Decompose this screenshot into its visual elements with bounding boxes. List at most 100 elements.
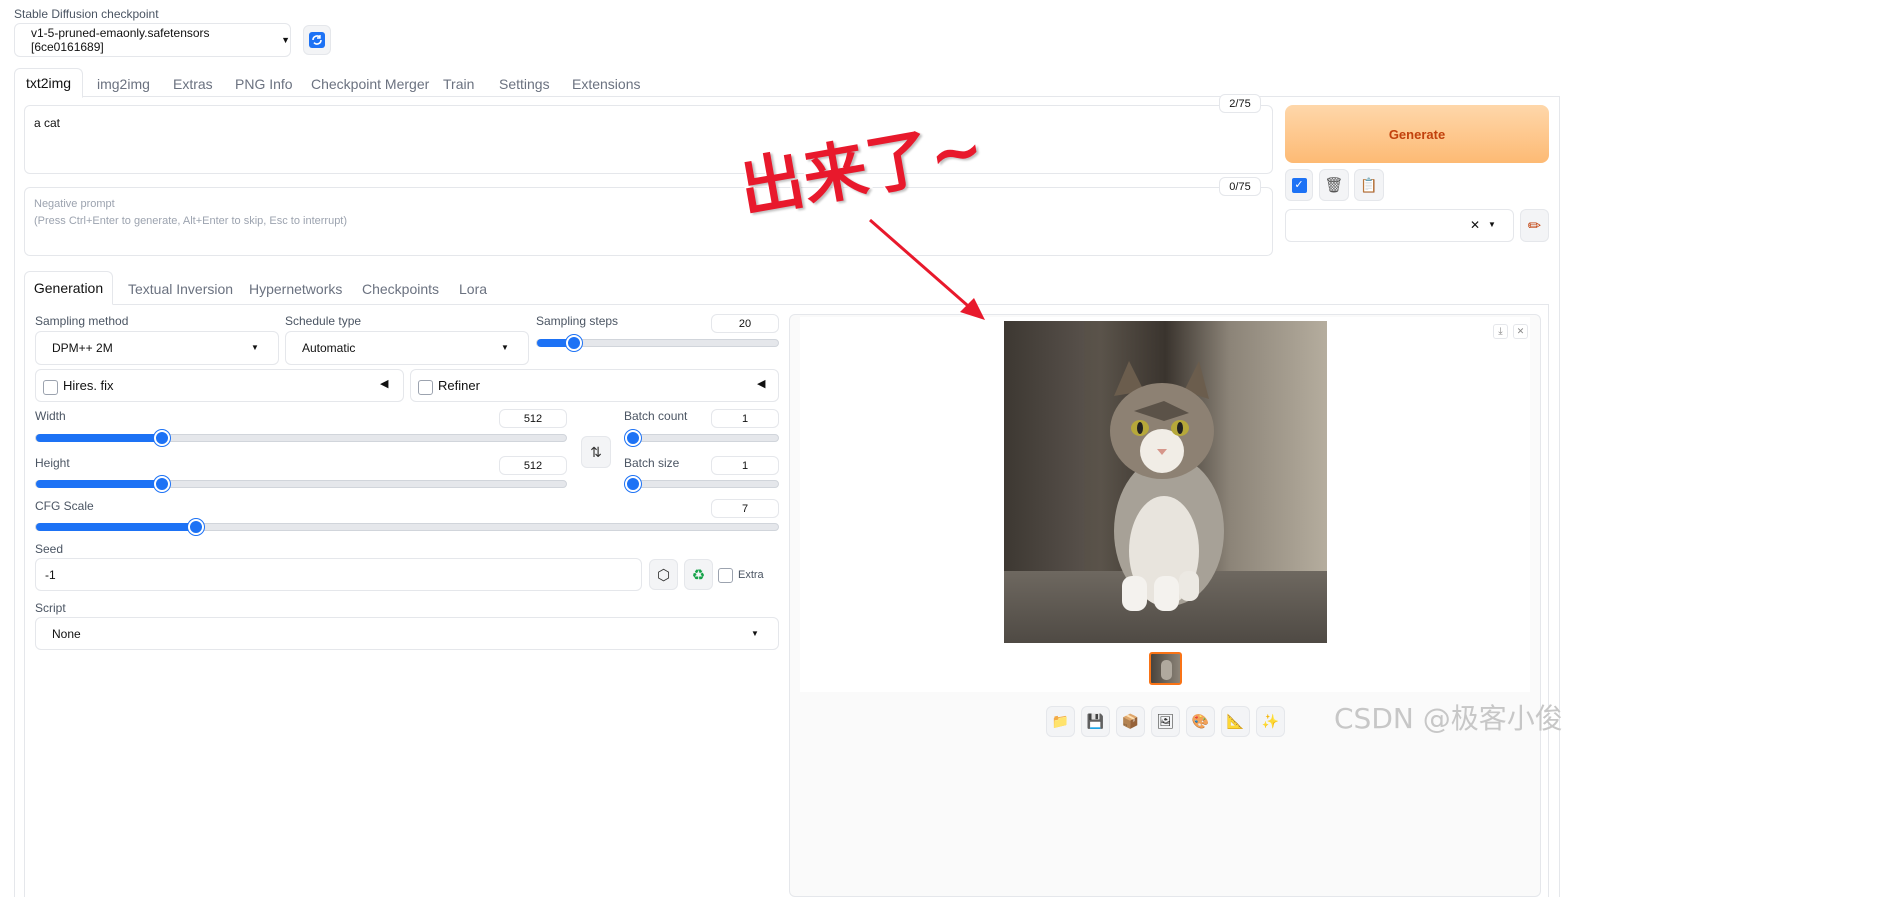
upscale-button[interactable]: ✨ bbox=[1256, 706, 1285, 737]
refresh-checkpoint-button[interactable] bbox=[303, 25, 331, 55]
height-label: Height bbox=[35, 456, 70, 470]
send-to-inpaint-button[interactable]: 🎨 bbox=[1186, 706, 1215, 737]
send-to-extras-button[interactable]: 📐 bbox=[1221, 706, 1250, 737]
thumbnail-cat bbox=[1161, 660, 1172, 680]
cfg-scale-input[interactable]: 7 bbox=[711, 499, 779, 518]
batch-size-slider[interactable] bbox=[624, 476, 779, 492]
cfg-scale-slider[interactable] bbox=[35, 519, 779, 535]
height-slider[interactable] bbox=[35, 476, 567, 492]
tab-hypernetworks[interactable]: Hypernetworks bbox=[249, 281, 342, 297]
collapse-arrow-icon[interactable]: ◀ bbox=[380, 377, 388, 390]
clear-icon[interactable]: ✕ bbox=[1470, 218, 1480, 232]
negative-prompt-placeholder: Negative prompt bbox=[34, 198, 115, 210]
cfg-scale-label: CFG Scale bbox=[35, 499, 94, 513]
watermark: CSDN @极客小俊 bbox=[1334, 702, 1563, 735]
tab-img2img[interactable]: img2img bbox=[97, 76, 150, 92]
folder-icon: 📁 bbox=[1051, 713, 1070, 729]
batch-count-slider[interactable] bbox=[624, 430, 779, 446]
sampling-steps-input[interactable]: 20 bbox=[711, 314, 779, 333]
tab-txt2img[interactable]: txt2img bbox=[14, 68, 83, 98]
checkpoint-label: Stable Diffusion checkpoint bbox=[14, 7, 159, 21]
script-label: Script bbox=[35, 601, 66, 615]
open-folder-button[interactable]: 📁 bbox=[1046, 706, 1075, 737]
negative-prompt-input[interactable]: Negative prompt (Press Ctrl+Enter to gen… bbox=[24, 187, 1273, 256]
chevron-down-icon: ▼ bbox=[501, 343, 509, 352]
hires-fix-checkbox[interactable] bbox=[43, 380, 58, 395]
swap-arrows-icon: ⇅ bbox=[590, 443, 602, 460]
swap-dimensions-button[interactable]: ⇅ bbox=[581, 436, 611, 468]
apply-styles-button[interactable]: ✓ bbox=[1285, 169, 1313, 201]
clear-prompt-button[interactable]: 🗑 bbox=[1319, 169, 1349, 201]
tab-lora[interactable]: Lora bbox=[459, 281, 487, 297]
schedule-type-value: Automatic bbox=[302, 341, 356, 355]
tab-textual-inversion[interactable]: Textual Inversion bbox=[128, 281, 233, 297]
tab-settings[interactable]: Settings bbox=[499, 76, 550, 92]
tab-checkpoints[interactable]: Checkpoints bbox=[362, 281, 439, 297]
checkmark-icon: ✓ bbox=[1291, 177, 1307, 193]
chevron-down-icon: ▼ bbox=[751, 629, 759, 638]
checkpoint-value: v1-5-pruned-emaonly.safetensors [6ce0161… bbox=[31, 26, 210, 54]
sparkle-icon: ✨ bbox=[1261, 713, 1280, 729]
seed-label: Seed bbox=[35, 542, 64, 556]
batch-size-input[interactable]: 1 bbox=[711, 456, 779, 475]
close-icon[interactable]: ✕ bbox=[1513, 324, 1528, 339]
checkpoint-select[interactable]: v1-5-pruned-emaonly.safetensors [6ce0161… bbox=[14, 23, 291, 57]
sampling-method-value: DPM++ 2M bbox=[52, 341, 113, 355]
extra-seed-label: Extra bbox=[738, 569, 764, 581]
paste-button[interactable]: 📋 bbox=[1354, 169, 1384, 201]
tab-generation[interactable]: Generation bbox=[24, 271, 113, 305]
schedule-type-label: Schedule type bbox=[285, 314, 362, 328]
chevron-down-icon: ▼ bbox=[1488, 220, 1496, 229]
seed-input[interactable]: -1 bbox=[35, 558, 642, 591]
generated-image[interactable] bbox=[1004, 321, 1327, 643]
batch-size-label: Batch size bbox=[624, 456, 680, 470]
tab-extensions[interactable]: Extensions bbox=[572, 76, 640, 92]
clipboard-icon: 📋 bbox=[1360, 176, 1378, 193]
tab-train[interactable]: Train bbox=[443, 76, 474, 92]
refresh-icon bbox=[309, 32, 325, 48]
send-to-img2img-button[interactable]: 🖼 bbox=[1151, 706, 1180, 737]
width-slider[interactable] bbox=[35, 430, 567, 446]
pencil-icon: ✏ bbox=[1527, 217, 1542, 235]
zip-button[interactable]: 📦 bbox=[1116, 706, 1145, 737]
save-icon: 💾 bbox=[1086, 713, 1105, 729]
random-seed-button[interactable]: ⬡ bbox=[649, 559, 678, 590]
schedule-type-select[interactable]: Automatic ▼ bbox=[285, 331, 529, 365]
seed-value: -1 bbox=[45, 567, 56, 582]
save-button[interactable]: 💾 bbox=[1081, 706, 1110, 737]
tab-png-info[interactable]: PNG Info bbox=[235, 76, 293, 92]
sampling-steps-slider[interactable] bbox=[536, 335, 779, 351]
sampling-steps-label: Sampling steps bbox=[536, 314, 619, 328]
batch-count-input[interactable]: 1 bbox=[711, 409, 779, 428]
width-input[interactable]: 512 bbox=[499, 409, 567, 428]
script-value: None bbox=[52, 626, 81, 641]
generate-button[interactable]: Generate bbox=[1285, 105, 1549, 163]
script-select[interactable]: None ▼ bbox=[35, 617, 779, 650]
sampling-method-select[interactable]: DPM++ 2M ▼ bbox=[35, 331, 279, 365]
refiner-panel[interactable]: Refiner ◀ bbox=[410, 369, 779, 402]
palette-icon: 🎨 bbox=[1191, 713, 1210, 729]
styles-select[interactable]: ✕ ▼ bbox=[1285, 209, 1514, 242]
sampling-method-label: Sampling method bbox=[35, 314, 129, 328]
tab-checkpoint-merger[interactable]: Checkpoint Merger bbox=[311, 76, 429, 92]
gallery-thumbnail[interactable] bbox=[1149, 652, 1182, 685]
reuse-seed-button[interactable]: ♻ bbox=[684, 559, 713, 590]
hires-fix-panel[interactable]: Hires. fix ◀ bbox=[35, 369, 404, 402]
prompt-text: a cat bbox=[34, 116, 61, 130]
height-input[interactable]: 512 bbox=[499, 456, 567, 475]
width-label: Width bbox=[35, 409, 66, 423]
refiner-label: Refiner bbox=[438, 378, 480, 393]
prompt-token-counter: 2/75 bbox=[1219, 94, 1261, 113]
tab-extras[interactable]: Extras bbox=[173, 76, 213, 92]
collapse-arrow-icon[interactable]: ◀ bbox=[757, 377, 765, 390]
image-icon: 🖼 bbox=[1156, 713, 1175, 729]
download-icon[interactable]: ⤓ bbox=[1493, 324, 1508, 339]
edit-styles-button[interactable]: ✏ bbox=[1520, 209, 1549, 242]
extra-seed-checkbox[interactable] bbox=[718, 568, 733, 583]
ruler-icon: 📐 bbox=[1226, 713, 1245, 729]
recycle-icon: ♻ bbox=[691, 566, 706, 584]
prompt-input[interactable]: a cat bbox=[24, 105, 1273, 174]
box-icon: 📦 bbox=[1121, 713, 1140, 729]
chevron-down-icon: ▼ bbox=[281, 35, 290, 45]
refiner-checkbox[interactable] bbox=[418, 380, 433, 395]
